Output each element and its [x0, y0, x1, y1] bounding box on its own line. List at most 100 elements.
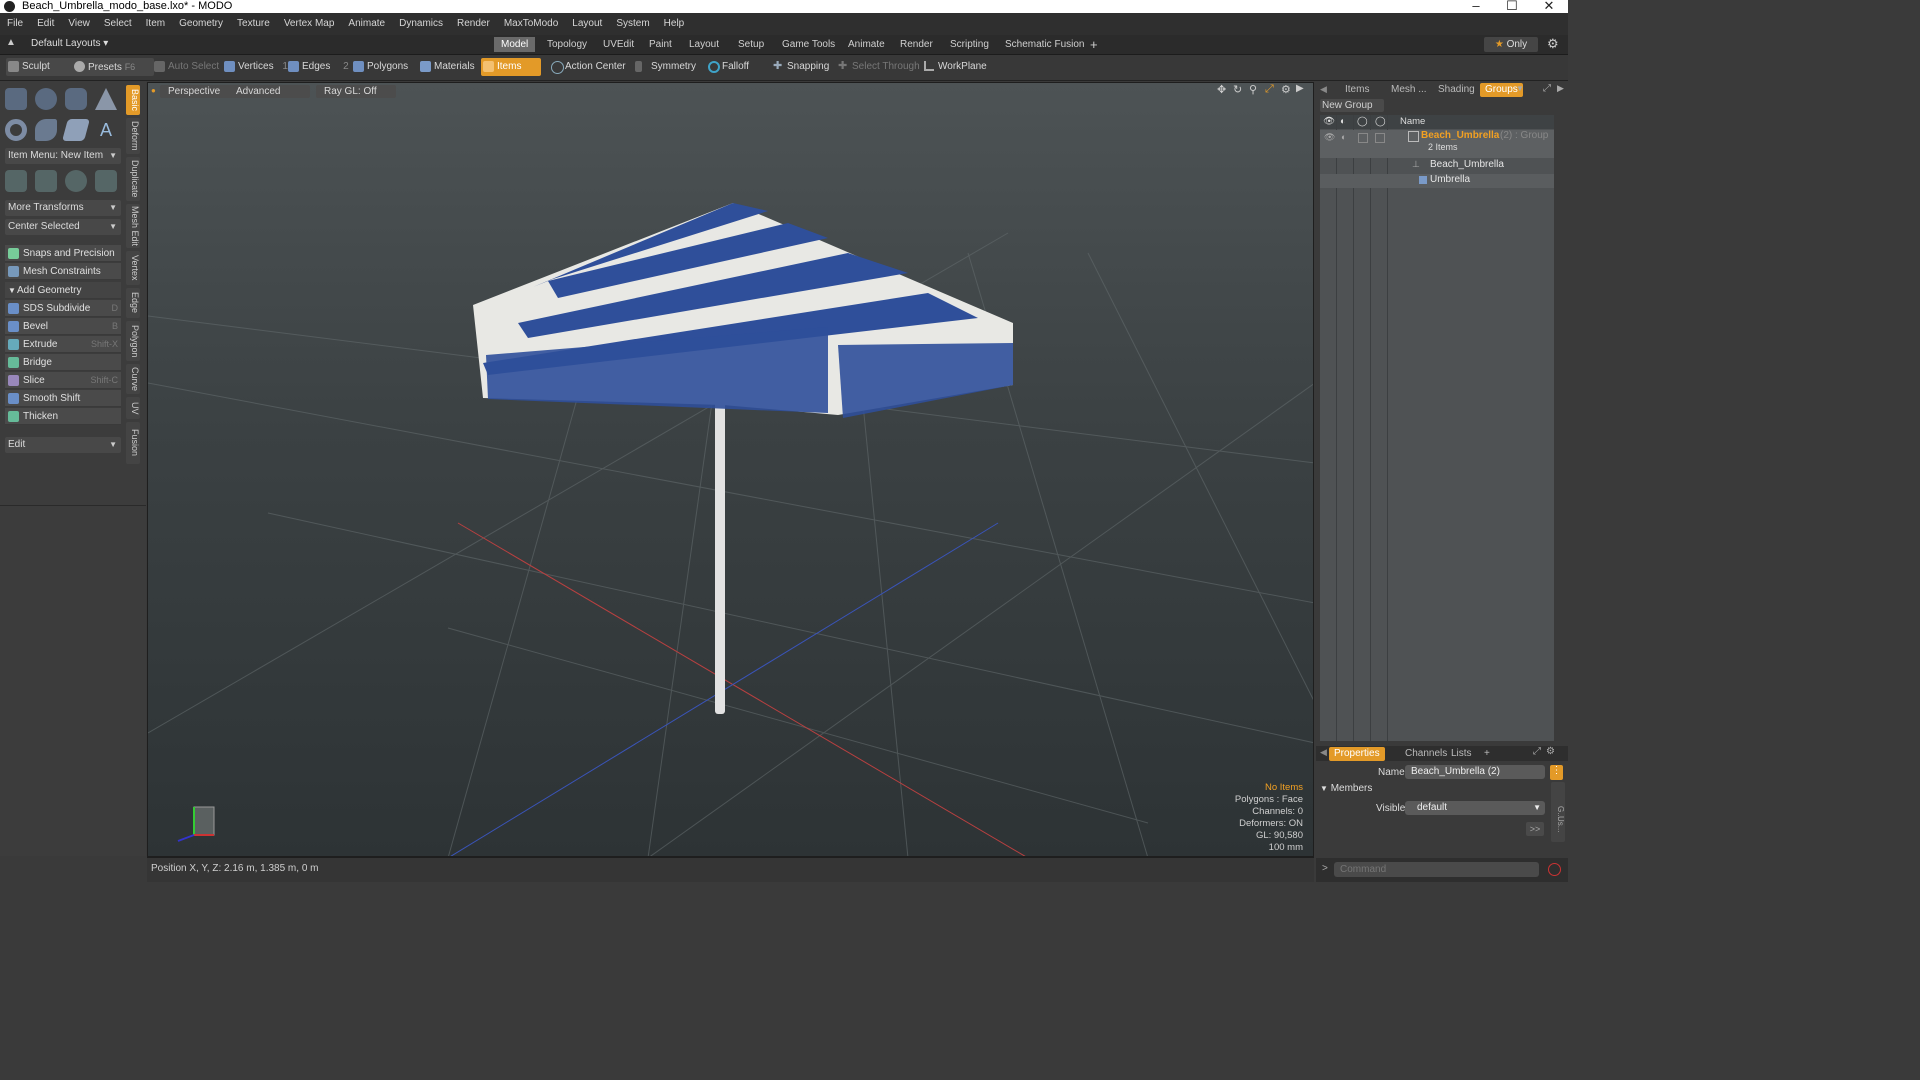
panel-menu-icon[interactable]: ◀ [1320, 84, 1327, 95]
workplane-button[interactable]: WorkPlane [922, 58, 987, 76]
sculpt-button[interactable]: Sculpt [6, 58, 82, 76]
visibility-column-icon[interactable]: 👁 [1323, 115, 1335, 129]
menu-vertex-map[interactable]: Vertex Map [277, 13, 342, 35]
command-record-icon[interactable] [1548, 863, 1561, 876]
tab-layout[interactable]: Layout [682, 37, 726, 52]
tab-topology[interactable]: Topology [540, 37, 594, 52]
more-transforms-dropdown[interactable]: More Transforms ▼ [5, 200, 121, 216]
tab-setup[interactable]: Setup [731, 37, 771, 52]
select-column-icon[interactable]: ◯ [1375, 115, 1386, 129]
tab-lists[interactable]: Lists [1446, 747, 1477, 761]
minimize-icon[interactable]: – [1466, 0, 1486, 13]
symmetry-button[interactable]: Symmetry [633, 58, 696, 76]
polygons-button[interactable]: Polygons [351, 58, 408, 76]
menu-layout[interactable]: Layout [565, 13, 609, 35]
vtab-mesh-edit[interactable]: Mesh Edit [126, 204, 140, 248]
pen-tool-icon[interactable] [62, 119, 90, 141]
bridge-button[interactable]: Bridge [5, 354, 121, 371]
tab-shading[interactable]: Shading [1433, 83, 1480, 97]
properties-menu-icon[interactable]: ◀ [1320, 747, 1327, 758]
menu-file[interactable]: File [0, 13, 30, 35]
menu-texture[interactable]: Texture [230, 13, 277, 35]
center-selected-dropdown[interactable]: Center Selected ▼ [5, 219, 121, 235]
tab-uvedit[interactable]: UVEdit [596, 37, 641, 52]
tab-paint[interactable]: Paint [642, 37, 679, 52]
cone-primitive-icon[interactable] [95, 88, 117, 110]
tab-mesh[interactable]: Mesh ... [1386, 83, 1432, 97]
vtab-basic[interactable]: Basic [126, 85, 140, 115]
prop-gear-icon[interactable]: ⚙ [1546, 746, 1555, 757]
menu-render[interactable]: Render [450, 13, 497, 35]
capsule-primitive-icon[interactable] [35, 119, 57, 141]
menu-help[interactable]: Help [657, 13, 692, 35]
scale-tool-icon[interactable] [65, 170, 87, 192]
edges-button[interactable]: Edges 2 [286, 58, 349, 76]
group-select-checkbox[interactable] [1375, 133, 1385, 143]
new-group-button[interactable]: New Group [1320, 99, 1384, 112]
smooth-shift-button[interactable]: Smooth Shift [5, 390, 121, 407]
group-render-icon[interactable]: ◐ [1341, 132, 1346, 142]
thicken-button[interactable]: Thicken [5, 408, 121, 425]
menu-select[interactable]: Select [97, 13, 139, 35]
side-tab-us[interactable]: Us... [1551, 804, 1565, 844]
text-tool-icon[interactable]: A [95, 119, 117, 141]
action-center-button[interactable]: Action Center [549, 58, 626, 76]
extrude-button[interactable]: Extrude Shift-X [5, 336, 121, 353]
name-column-header[interactable]: Name [1400, 115, 1425, 129]
select-through-button[interactable]: ✚ Select Through [836, 58, 920, 76]
default-layouts-dropdown[interactable]: Default Layouts ▾ [31, 38, 108, 49]
maximize-icon[interactable]: ☐ [1502, 0, 1522, 14]
layout-collapse-icon[interactable]: ▲ [6, 37, 16, 48]
tab-scripting[interactable]: Scripting [943, 37, 996, 52]
sds-subdivide-button[interactable]: SDS Subdivide D [5, 300, 121, 317]
lock-column-icon[interactable]: ◯ [1357, 115, 1368, 129]
move-tool-icon[interactable] [5, 170, 27, 192]
cylinder-primitive-icon[interactable] [65, 88, 87, 110]
add-tab-button[interactable]: + [1083, 37, 1105, 52]
menu-edit[interactable]: Edit [30, 13, 61, 35]
tab-schematic-fusion[interactable]: Schematic Fusion [998, 37, 1091, 52]
name-options-icon[interactable]: ⋮ [1550, 765, 1563, 780]
command-input[interactable] [1334, 862, 1539, 877]
panel-expand-icon[interactable]: ⤢ [1543, 83, 1551, 94]
vtab-uv[interactable]: UV [126, 397, 140, 419]
menu-item[interactable]: Item [139, 13, 172, 35]
name-field[interactable]: Beach_Umbrella (2) [1405, 765, 1545, 779]
menu-system[interactable]: System [609, 13, 656, 35]
bevel-button[interactable]: Bevel B [5, 318, 121, 335]
group-row[interactable]: 👁 ◐ Beach_Umbrella (2) : Group 2 Items [1320, 130, 1554, 158]
tab-game-tools[interactable]: Game Tools [775, 37, 842, 52]
mesh-constraints-button[interactable]: Mesh Constraints [5, 263, 121, 280]
tab-animate[interactable]: Animate [841, 37, 892, 52]
cube-primitive-icon[interactable] [5, 88, 27, 110]
snapping-button[interactable]: ✚ Snapping [771, 58, 829, 76]
close-icon[interactable]: ✕ [1539, 0, 1559, 14]
only-toggle[interactable]: ★ Only [1484, 37, 1538, 52]
edit-dropdown[interactable]: Edit ▼ [5, 437, 121, 453]
vtab-deform[interactable]: Deform [126, 118, 140, 154]
items-button[interactable]: Items [481, 58, 541, 76]
tab-render[interactable]: Render [893, 37, 940, 52]
members-section[interactable]: ▼ Members [1320, 782, 1548, 796]
vtab-vertex[interactable]: Vertex [126, 251, 140, 285]
transform-tool-icon[interactable] [95, 170, 117, 192]
menu-dynamics[interactable]: Dynamics [392, 13, 450, 35]
panel-arrow-icon[interactable]: ▶ [1557, 83, 1564, 94]
group-child-row[interactable]: Umbrella [1320, 174, 1554, 188]
menu-view[interactable]: View [61, 13, 97, 35]
vtab-fusion[interactable]: Fusion [126, 422, 140, 464]
menu-animate[interactable]: Animate [341, 13, 392, 35]
rotate-tool-icon[interactable] [35, 170, 57, 192]
add-geometry-header[interactable]: ▼ Add Geometry [5, 282, 121, 299]
tab-items[interactable]: Items [1340, 83, 1374, 97]
render-column-icon[interactable]: ◐ [1340, 115, 1346, 129]
group-visibility-icon[interactable]: 👁 [1324, 132, 1335, 143]
falloff-button[interactable]: Falloff [706, 58, 749, 76]
tab-properties[interactable]: Properties [1329, 747, 1385, 761]
settings-gear-icon[interactable]: ⚙ [1547, 36, 1559, 52]
slice-button[interactable]: Slice Shift-C [5, 372, 121, 389]
item-menu-dropdown[interactable]: Item Menu: New Item ▼ [5, 148, 121, 164]
3d-viewport[interactable]: ● Perspective Advanced Ray GL: Off ✥ ↻ ⚲… [147, 82, 1314, 857]
auto-select-button[interactable]: Auto Select [152, 58, 219, 76]
tab-dropdown-icon[interactable]: ▼ [1516, 84, 1524, 93]
